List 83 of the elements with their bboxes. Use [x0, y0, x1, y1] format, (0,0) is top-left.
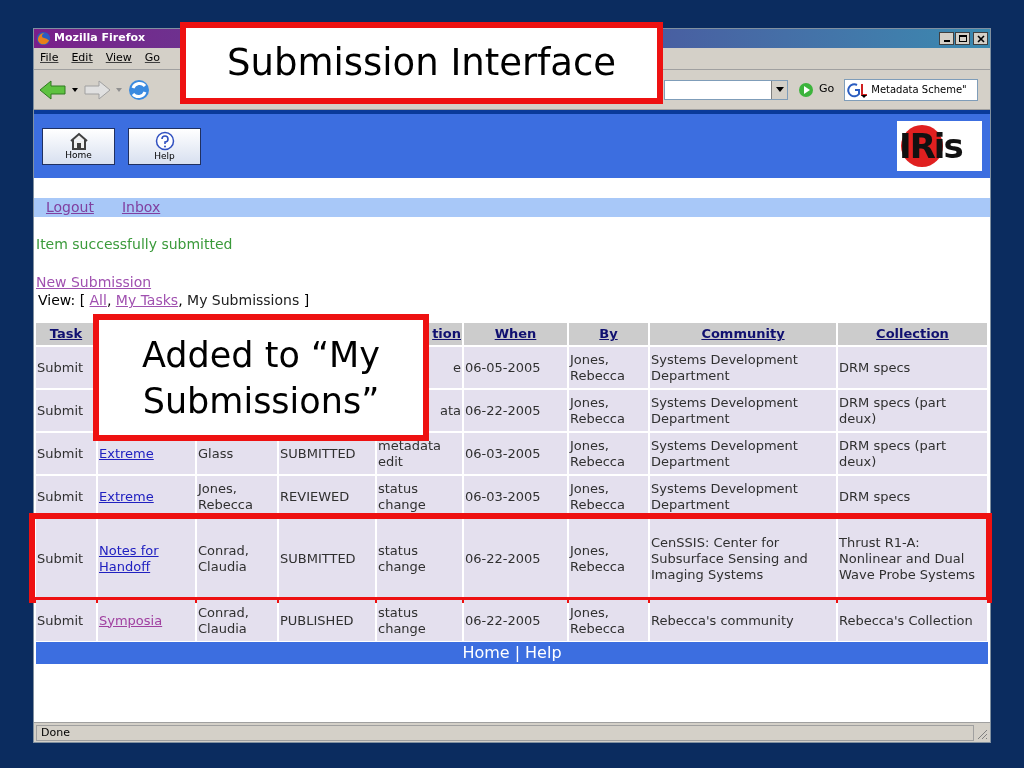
menu-item[interactable]: View [105, 50, 132, 67]
table-cell-text: Thrust R1-A: Nonlinear and Dual Wave Probe Systems [839, 534, 977, 583]
bracket: [ [79, 291, 87, 309]
column-header[interactable]: By [599, 326, 618, 342]
status-text: Done [36, 724, 974, 741]
menu-item[interactable]: Edit [71, 50, 93, 67]
window-title: Mozilla Firefox [54, 30, 146, 47]
bracket: ] [302, 291, 310, 309]
maximize-button[interactable] [955, 32, 970, 45]
table-cell: REVIEWED [280, 488, 350, 505]
play-icon [798, 81, 814, 98]
table-cell-text: Conrad, Claudia [198, 542, 250, 575]
header-button[interactable]: Help [128, 127, 201, 165]
dropdown-button[interactable] [771, 80, 787, 99]
close-button[interactable] [973, 32, 988, 45]
table-cell: SUBMITTED [280, 550, 356, 567]
browser-icon [36, 31, 51, 46]
table-cell: Rebecca's community [651, 612, 794, 629]
table-cell-text: Jones, Rebecca [570, 394, 626, 427]
table-cell: Submit [37, 359, 84, 376]
table-cell: e [453, 359, 461, 376]
table-cell: 06-03-2005 [465, 488, 541, 505]
table-cell-text: CenSSIS: Center for Subsurface Sensing and Imaging Systems [651, 534, 809, 583]
new-submission-link[interactable]: New Submission [36, 274, 152, 290]
table-cell-text: Jones, Rebecca [570, 542, 626, 575]
success-message: Item successfully submitted [36, 235, 233, 253]
minimize-button[interactable] [939, 32, 954, 45]
table-cell-text: Jones, Rebecca [570, 604, 626, 637]
table-cell: ata [439, 402, 461, 419]
separator: | [514, 642, 521, 664]
nav-link[interactable]: Inbox [121, 197, 161, 218]
table-cell-text: Systems Development Department [651, 351, 799, 384]
menu-item[interactable]: File [40, 50, 59, 67]
table-cell: Submit [37, 402, 84, 419]
nav-link[interactable]: Logout [46, 197, 94, 218]
table-cell: Submit [37, 612, 84, 629]
separator: , [106, 291, 113, 309]
search-engine-icon[interactable] [847, 81, 870, 98]
table-cell: PUBLISHED [280, 612, 354, 629]
table-cell-text: Jones, Rebecca [570, 351, 626, 384]
view-option: My Submissions [187, 291, 300, 309]
table-cell: Glass [198, 445, 234, 462]
table-cell: 06-22-2005 [465, 550, 541, 567]
table-cell-text: Systems Development Department [651, 437, 799, 470]
table-cell-text: status change [378, 480, 427, 513]
table-cell-text: DRM specs (part deux) [839, 437, 948, 470]
callout-text: Added to “My Submissions” [93, 314, 429, 441]
table-cell-text: Jones, Rebecca [198, 480, 254, 513]
table-cell: DRM specs [839, 488, 911, 505]
search-field[interactable]: Metadata Scheme" [844, 78, 979, 101]
table-cell: SUBMITTED [280, 445, 356, 462]
table-cell-text: Jones, Rebecca [570, 437, 626, 470]
table-cell: Submit [37, 488, 84, 505]
table-cell: Submit [37, 550, 84, 567]
table-cell-text: status change [378, 542, 427, 575]
table-cell: Submit [37, 445, 84, 462]
caret-icon[interactable] [72, 87, 78, 92]
view-option[interactable]: My Tasks [115, 291, 179, 309]
table-cell-text: DRM specs (part deux) [839, 394, 948, 427]
header-button[interactable]: Home [42, 127, 115, 165]
table-cell-text: status change [378, 604, 427, 637]
view-label: View: [38, 291, 77, 309]
table-cell: Rebecca's Collection [839, 612, 973, 629]
menu-item[interactable]: Go [144, 50, 161, 67]
table-cell-text: Jones, Rebecca [570, 480, 626, 513]
slide-title: Submission Interface [180, 22, 663, 104]
address-field[interactable] [664, 79, 788, 100]
table-cell-text: Systems Development Department [651, 480, 799, 513]
table-cell: 06-03-2005 [465, 445, 541, 462]
separator: , [178, 291, 184, 309]
view-option[interactable]: All [89, 291, 107, 309]
table-cell: DRM specs [839, 359, 911, 376]
table-cell-text: Systems Development Department [651, 394, 799, 427]
caret-icon [775, 87, 784, 92]
table-cell: 06-22-2005 [465, 612, 541, 629]
table-cell-text: Conrad, Claudia [198, 604, 250, 637]
table-cell: 06-05-2005 [465, 359, 541, 376]
footer-link[interactable]: Help [525, 641, 562, 665]
table-cell: 06-22-2005 [465, 402, 541, 419]
go-button[interactable]: Go [798, 81, 835, 98]
help-icon [154, 131, 175, 151]
footer-link[interactable]: Home [462, 641, 510, 665]
home-icon [68, 132, 89, 150]
